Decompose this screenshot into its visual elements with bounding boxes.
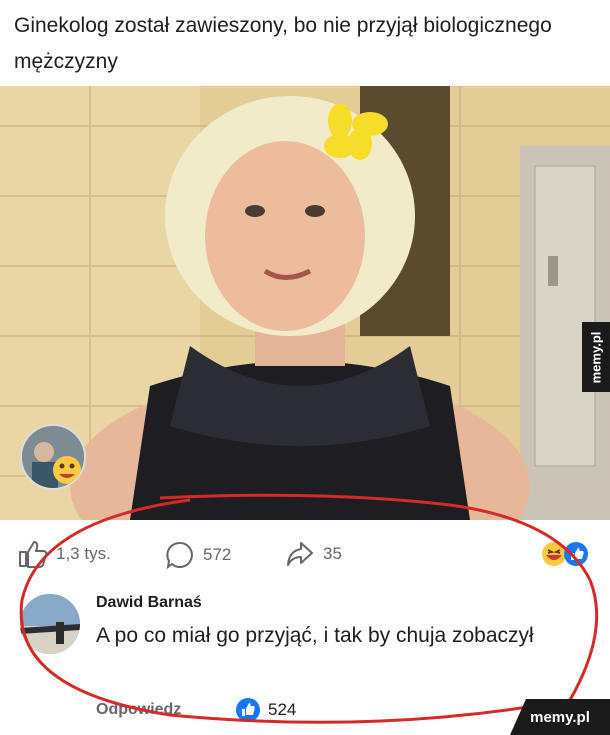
- share-stat[interactable]: 35: [285, 540, 342, 568]
- comment-avatar[interactable]: [20, 594, 80, 654]
- corner-watermark: memy.pl: [510, 699, 610, 735]
- comment-like-count: 524: [268, 700, 297, 719]
- comment-likes[interactable]: 524: [236, 698, 296, 722]
- blue-like-icon: [236, 698, 260, 722]
- post-text: Ginekolog został zawieszony, bo nie przy…: [14, 14, 552, 73]
- comment-author[interactable]: Dawid Barnaś: [96, 594, 202, 612]
- photo-illustration: [0, 86, 610, 520]
- post-photo[interactable]: [0, 86, 610, 520]
- comment-bubble-icon: [166, 541, 193, 570]
- reactions-bar: 1,3 tys. 572 35: [0, 520, 610, 582]
- reaction-avatar[interactable]: [20, 424, 86, 490]
- comment-text: A po co miał go przyjąć, i tak by chuja …: [96, 624, 534, 647]
- shares-count: 35: [323, 544, 342, 563]
- like-stat[interactable]: 1,3 tys.: [18, 540, 111, 568]
- likes-count: 1,3 tys.: [56, 544, 111, 563]
- side-watermark: memy.pl: [582, 322, 610, 392]
- comments-count: 572: [203, 545, 232, 564]
- share-arrow-icon: [287, 542, 313, 566]
- comment-stat[interactable]: 572: [165, 540, 231, 570]
- reply-link[interactable]: Odpowiedz: [96, 701, 181, 719]
- reaction-icons[interactable]: [540, 540, 590, 568]
- haha-like-reaction-icon: [542, 542, 588, 566]
- thumbs-up-icon: [19, 541, 48, 568]
